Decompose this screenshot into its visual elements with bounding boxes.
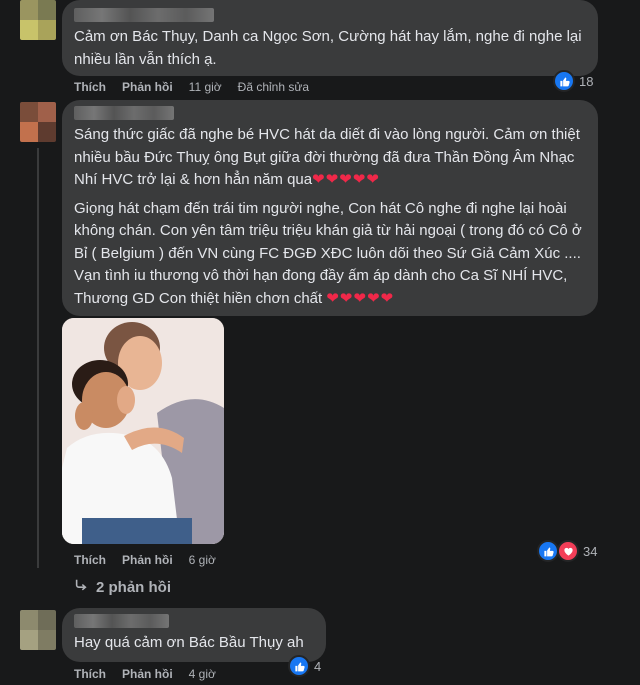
reply-button[interactable]: Phản hồi <box>122 667 173 681</box>
avatar[interactable] <box>20 610 56 650</box>
comment-text: Hay quá cảm ơn Bác Bầu Thụy ah <box>74 634 304 651</box>
reaction-summary[interactable]: 4 <box>288 655 321 677</box>
avatar[interactable] <box>20 102 56 142</box>
avatar[interactable] <box>20 0 56 40</box>
reaction-count: 4 <box>314 658 322 674</box>
reaction-summary[interactable]: 34 <box>537 540 597 562</box>
commenter-name[interactable] <box>74 106 174 120</box>
commenter-name[interactable] <box>74 8 214 22</box>
like-button[interactable]: Thích <box>74 80 106 94</box>
like-reaction-icon <box>553 70 575 92</box>
timestamp[interactable]: 6 giờ <box>189 553 216 567</box>
comment-text: Sáng thức giấc đã nghe bé HVC hát da diế… <box>74 124 586 192</box>
reaction-count: 18 <box>579 73 594 89</box>
timestamp[interactable]: 4 giờ <box>189 667 216 681</box>
like-reaction-icon <box>288 655 310 677</box>
comment-actions: Thích Phản hồi 11 giờ Đã chỉnh sửa <box>74 80 325 94</box>
like-button[interactable]: Thích <box>74 553 106 567</box>
comment-actions: Thích Phản hồi 6 giờ <box>74 553 232 567</box>
comment-bubble: Hay quá cảm ơn Bác Bầu Thụy ah <box>62 608 326 662</box>
like-button[interactable]: Thích <box>74 667 106 681</box>
view-replies-button[interactable]: 2 phản hồi <box>74 578 171 596</box>
timestamp[interactable]: 11 giờ <box>189 80 222 94</box>
edited-label: Đã chỉnh sửa <box>237 80 310 94</box>
comment-bubble: Sáng thức giấc đã nghe bé HVC hát da diế… <box>62 100 598 316</box>
reply-arrow-icon <box>74 578 88 596</box>
comment-actions: Thích Phản hồi 4 giờ <box>74 667 232 681</box>
comment-bubble: Cảm ơn Bác Thụy, Danh ca Ngọc Sơn, Cường… <box>62 0 598 76</box>
like-reaction-icon <box>537 540 559 562</box>
reaction-summary[interactable]: 18 <box>553 70 593 92</box>
reaction-count: 34 <box>583 543 598 559</box>
comment-text: Cảm ơn Bác Thụy, Danh ca Ngọc Sơn, Cường… <box>74 28 582 68</box>
comment-photo[interactable] <box>62 318 224 544</box>
reply-button[interactable]: Phản hồi <box>122 80 173 94</box>
replies-count-label: 2 phản hồi <box>96 578 171 596</box>
love-reaction-icon <box>557 540 579 562</box>
thread-line <box>37 148 39 568</box>
reply-button[interactable]: Phản hồi <box>122 553 173 567</box>
heart-emojis: ❤❤❤❤❤ <box>326 289 395 307</box>
commenter-name[interactable] <box>74 614 169 628</box>
heart-emojis: ❤❤❤❤❤ <box>312 171 380 188</box>
comment-text: Giọng hát chạm đến trái tim người nghe, … <box>74 198 586 311</box>
